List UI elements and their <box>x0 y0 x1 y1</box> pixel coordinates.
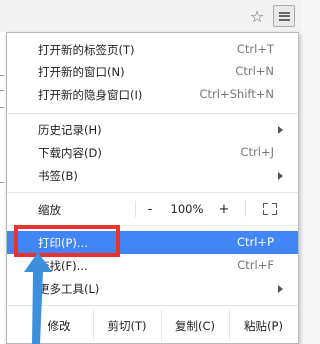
submenu-arrow-icon <box>278 126 283 134</box>
menu-item-new-tab[interactable]: 打开新的标签页(T) Ctrl+T <box>7 38 298 61</box>
hamburger-menu-icon <box>278 11 290 21</box>
submenu-arrow-icon <box>278 285 283 293</box>
zoom-label: 缩放 <box>38 203 61 217</box>
zoom-in-button[interactable]: + <box>209 196 239 222</box>
menu-item-shortcut: Ctrl+T <box>236 42 274 56</box>
zoom-row: 缩放 - 100% + <box>7 196 298 222</box>
menu-item-history[interactable]: 历史记录(H) <box>7 118 298 141</box>
menu-item-new-window[interactable]: 打开新的窗口(N) Ctrl+N <box>7 60 298 83</box>
cut-button[interactable]: 剪切(T) <box>93 310 161 341</box>
annotation-arrow-icon <box>24 252 52 344</box>
menu-item-shortcut: Ctrl+P <box>236 235 274 249</box>
menu-item-label: 打开新的隐身窗口(I) <box>38 88 143 102</box>
menu-separator <box>7 113 298 114</box>
copy-button[interactable]: 复制(C) <box>161 310 229 341</box>
fullscreen-button[interactable] <box>255 196 285 222</box>
menu-item-label: 书签(B) <box>38 169 78 183</box>
menu-separator <box>7 192 298 193</box>
zoom-divider <box>245 201 246 217</box>
menu-item-bookmarks[interactable]: 书签(B) <box>7 164 298 187</box>
submenu-arrow-icon <box>278 172 283 180</box>
menu-item-shortcut: Ctrl+Shift+N <box>199 87 274 101</box>
chrome-menu-button[interactable] <box>273 5 295 27</box>
menu-item-label: 下载内容(D) <box>38 146 102 160</box>
bookmark-star-icon[interactable]: ☆ <box>246 5 268 27</box>
zoom-out-button[interactable]: - <box>135 196 165 222</box>
browser-toolbar: ☆ <box>0 0 301 32</box>
menu-item-shortcut: Ctrl+N <box>235 64 274 78</box>
menu-item-new-incognito-window[interactable]: 打开新的隐身窗口(I) Ctrl+Shift+N <box>7 83 298 106</box>
menu-item-shortcut: Ctrl+F <box>237 258 274 272</box>
paste-button[interactable]: 粘贴(P) <box>229 310 298 341</box>
menu-item-label: 打开新的标签页(T) <box>38 43 135 57</box>
zoom-level-value: 100% <box>170 202 204 216</box>
fullscreen-icon <box>263 203 277 215</box>
menu-item-label: 打开新的窗口(N) <box>38 65 125 79</box>
menu-item-label: 历史记录(H) <box>38 123 102 137</box>
menu-item-downloads[interactable]: 下载内容(D) Ctrl+J <box>7 141 298 164</box>
menu-item-shortcut: Ctrl+J <box>240 145 275 159</box>
